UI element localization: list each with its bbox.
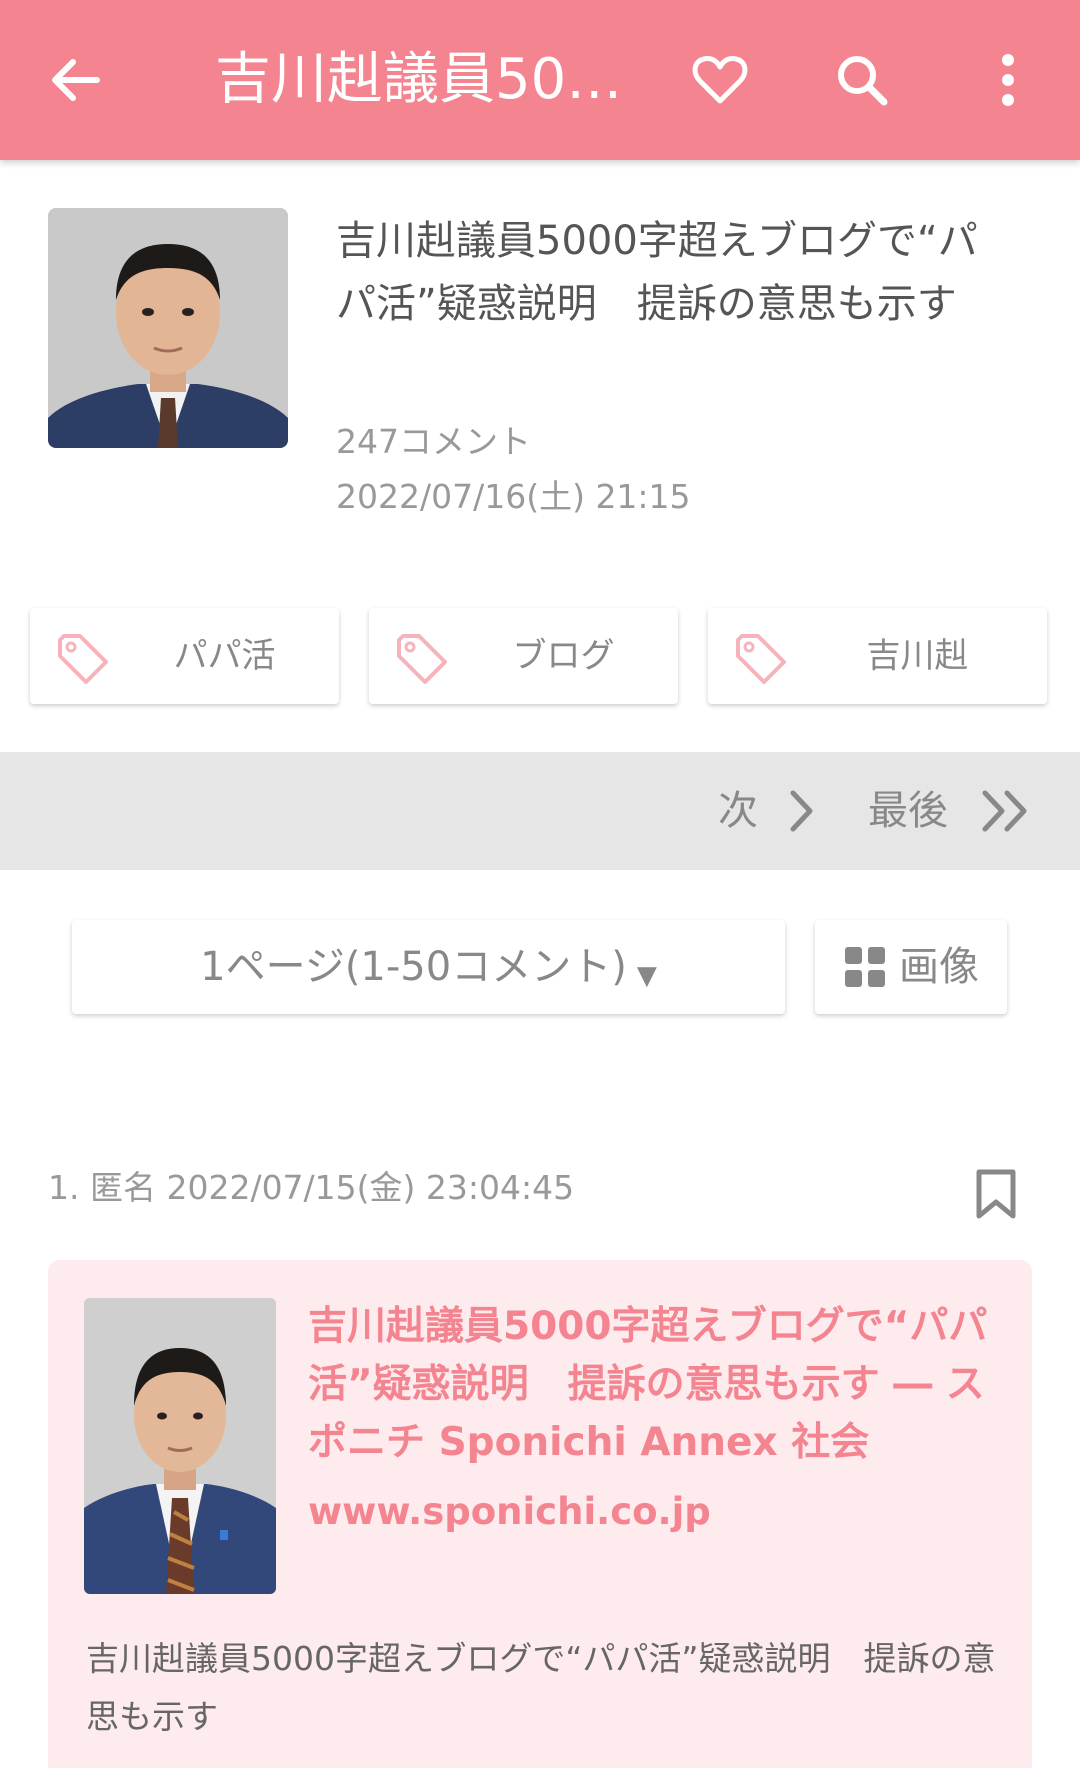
bookmark-icon[interactable] [975, 1168, 1017, 1220]
link-thumbnail [84, 1298, 276, 1594]
tag-icon [397, 634, 447, 684]
search-icon[interactable] [822, 40, 902, 120]
article-title: 吉川赳議員5000字超えブログで“パパ活”疑惑説明 提訴の意思も示す [336, 218, 978, 327]
tag-chip[interactable]: 吉川赳 [708, 608, 1047, 704]
page-title: 吉川赳議員50… [215, 47, 623, 112]
pager-bar: 次 最後 [0, 752, 1080, 870]
page-select-value: 1ページ(1-50コメント) [200, 944, 627, 990]
chevron-right-icon[interactable] [788, 788, 816, 834]
heart-icon[interactable] [680, 40, 760, 120]
tag-icon [736, 634, 786, 684]
tag-list: パパ活 ブログ 吉川赳 [30, 608, 1050, 704]
more-vert-icon[interactable] [968, 40, 1048, 120]
caret-down-icon: ▼ [636, 961, 657, 991]
tag-label: ブログ [512, 636, 615, 676]
tag-label: パパ活 [173, 636, 276, 676]
double-chevron-right-icon[interactable] [980, 788, 1032, 834]
link-url[interactable]: www.sponichi.co.jp [308, 1484, 711, 1540]
article-thumbnail[interactable] [48, 208, 288, 448]
image-button-label: 画像 [899, 944, 979, 990]
comment-body: 吉川赳議員5000字超えブログで“パパ活”疑惑説明 提訴の意思も示す [86, 1639, 996, 1736]
last-page-link[interactable]: 最後 [868, 752, 948, 870]
comment-header: 1. 匿名 2022/07/15(金) 23:04:45 [48, 1168, 575, 1207]
image-view-button[interactable]: 画像 [815, 920, 1007, 1014]
tag-chip[interactable]: パパ活 [30, 608, 339, 704]
back-arrow-icon[interactable] [35, 40, 115, 120]
tag-icon [58, 634, 108, 684]
tag-chip[interactable]: ブログ [369, 608, 678, 704]
article-datetime: 2022/07/16(土) 21:15 [336, 477, 691, 516]
app-bar: 吉川赳議員50… [0, 0, 1080, 160]
next-page-link[interactable]: 次 [718, 752, 758, 870]
grid-icon [845, 947, 885, 987]
tag-label: 吉川赳 [866, 636, 969, 676]
link-title[interactable]: 吉川赳議員5000字超えブログで“パパ活”疑惑説明 提訴の意思も示す ― スポニ… [308, 1298, 1008, 1472]
article-meta: 247コメント 2022/07/16(土) 21:15 [336, 414, 691, 524]
comment-count: 247コメント [336, 422, 531, 461]
link-preview-card[interactable]: 吉川赳議員5000字超えブログで“パパ活”疑惑説明 提訴の意思も示す ― スポニ… [48, 1260, 1032, 1768]
page-select-dropdown[interactable]: 1ページ(1-50コメント) ▼ [72, 920, 785, 1014]
